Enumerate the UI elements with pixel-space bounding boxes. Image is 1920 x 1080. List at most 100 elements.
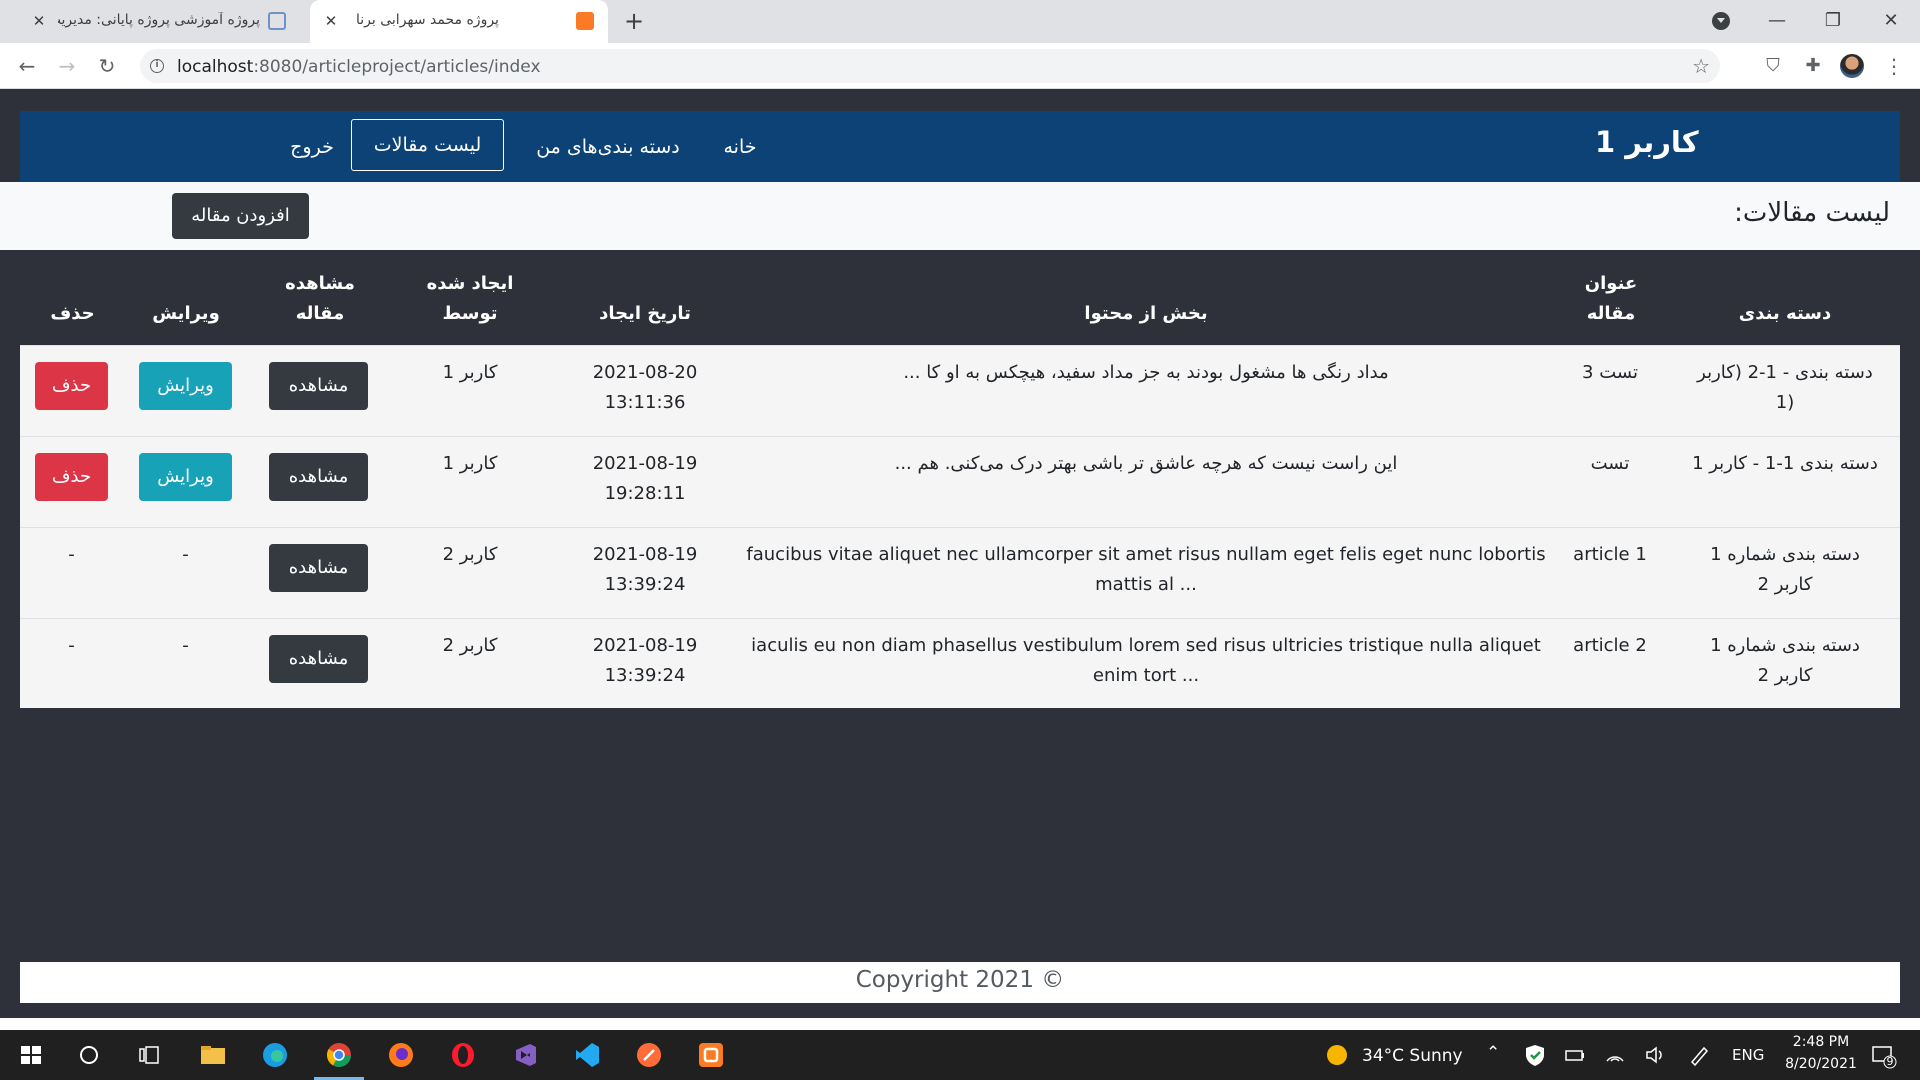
opera-icon[interactable] bbox=[448, 1040, 478, 1070]
browser-tab-title: پروژه آموزشی پروژه پایانی: مدیریت .. bbox=[58, 12, 260, 28]
nav-articles-list[interactable]: لیست مقالات bbox=[351, 119, 504, 171]
close-tab-icon[interactable]: ✕ bbox=[322, 12, 340, 30]
cell-created-at: 2021-08-19 13:39:24 bbox=[570, 631, 720, 691]
delete-article-button[interactable]: حذف bbox=[35, 453, 108, 501]
cell-excerpt-line1: iaculis eu non diam phasellus vestibulum… bbox=[751, 635, 1541, 656]
firefox-icon[interactable] bbox=[386, 1040, 416, 1070]
cell-time: 19:28:11 bbox=[604, 483, 686, 504]
weather-sun-icon[interactable] bbox=[1322, 1040, 1352, 1070]
cell-excerpt-line1: faucibus vitae aliquet nec ullamcorper s… bbox=[746, 544, 1546, 565]
xampp-icon[interactable] bbox=[696, 1040, 726, 1070]
tray-overflow-chevron-icon[interactable]: ⌃ bbox=[1486, 1043, 1500, 1063]
cell-excerpt-line2: enim tort ... bbox=[1092, 665, 1200, 686]
view-article-button[interactable]: مشاهده bbox=[269, 362, 368, 410]
add-article-button[interactable]: افزودن مقاله bbox=[172, 193, 309, 239]
browser-tab-strip: پروژه آموزشی پروژه پایانی: مدیریت .. ✕ پ… bbox=[0, 0, 1920, 43]
cell-delete-empty: - bbox=[68, 544, 75, 565]
cell-category: دسته بندی شماره 1 کاربر 2 bbox=[1675, 631, 1895, 691]
extensions-puzzle-icon[interactable]: ✚ bbox=[1802, 55, 1824, 77]
windows-taskbar: 34°C Sunny ⌃ ENG 2:48 PM 8/20/2021 9 bbox=[0, 1030, 1920, 1080]
site-info-icon[interactable]: i bbox=[150, 59, 164, 73]
edit-article-button[interactable]: ویرایش bbox=[139, 362, 232, 410]
battery-icon[interactable] bbox=[1560, 1040, 1590, 1070]
windows-start-icon[interactable] bbox=[16, 1040, 46, 1070]
nav-logout[interactable]: خروج bbox=[284, 131, 340, 163]
forward-arrow-icon[interactable]: → bbox=[52, 51, 82, 81]
navbar-brand[interactable]: کاربر 1 bbox=[1595, 125, 1699, 159]
search-icon[interactable] bbox=[74, 1040, 104, 1070]
reload-icon[interactable]: ↻ bbox=[92, 51, 122, 81]
bookmark-star-icon[interactable]: ☆ bbox=[1692, 54, 1710, 78]
header-view: مشاهده مقاله bbox=[270, 250, 370, 345]
browser-menu-icon[interactable]: ⋮ bbox=[1884, 55, 1904, 77]
volume-icon[interactable] bbox=[1640, 1040, 1670, 1070]
address-bar[interactable]: i localhost:8080/articleproject/articles… bbox=[140, 49, 1720, 83]
pen-icon[interactable] bbox=[1684, 1040, 1714, 1070]
cell-date: 2021-08-19 bbox=[592, 544, 698, 565]
wifi-icon[interactable] bbox=[1600, 1040, 1630, 1070]
nav-my-categories[interactable]: دسته بندی‌های من bbox=[522, 131, 694, 163]
clock-time[interactable]: 2:48 PM bbox=[1776, 1034, 1866, 1050]
browser-tab-title: پروژه محمد سهرابی برنا bbox=[356, 12, 499, 28]
cell-title: article 2 bbox=[1573, 635, 1647, 656]
chrome-browser-icon[interactable] bbox=[324, 1040, 354, 1070]
edge-browser-icon[interactable] bbox=[260, 1040, 290, 1070]
close-tab-icon[interactable]: ✕ bbox=[30, 12, 48, 30]
delete-article-button[interactable]: حذف bbox=[35, 362, 108, 410]
nav-home[interactable]: خانه bbox=[706, 131, 774, 163]
postman-icon[interactable] bbox=[634, 1040, 664, 1070]
cell-excerpt-line2: mattis al ... bbox=[1095, 574, 1197, 595]
maximize-icon[interactable]: ❐ bbox=[1818, 6, 1848, 36]
cell-author: کاربر 1 bbox=[442, 453, 498, 474]
site-navbar: کاربر 1 خانه دسته بندی‌های من لیست مقالا… bbox=[20, 111, 1900, 182]
back-arrow-icon[interactable]: ← bbox=[12, 51, 42, 81]
cell-excerpt: faucibus vitae aliquet nec ullamcorper s… bbox=[740, 540, 1552, 600]
new-tab-plus-icon[interactable]: + bbox=[620, 7, 648, 35]
header-title-line1: عنوان bbox=[1584, 273, 1638, 294]
header-excerpt: بخش از محتوا bbox=[1084, 303, 1208, 324]
file-explorer-icon[interactable] bbox=[198, 1040, 228, 1070]
cell-category: دسته بندی - 1-2 (کاربر (1 bbox=[1675, 358, 1895, 418]
minimize-icon[interactable]: — bbox=[1762, 6, 1792, 36]
page-title: لیست مقالات: bbox=[1734, 198, 1890, 228]
cell-author: کاربر 2 bbox=[442, 635, 498, 656]
close-window-icon[interactable]: ✕ bbox=[1876, 6, 1906, 36]
view-article-button[interactable]: مشاهده bbox=[269, 544, 368, 592]
cell-category: دسته بندی شماره 1 کاربر 2 bbox=[1675, 540, 1895, 600]
browser-tab-1[interactable]: پروژه آموزشی پروژه پایانی: مدیریت .. ✕ bbox=[18, 0, 300, 43]
view-article-button[interactable]: مشاهده bbox=[269, 453, 368, 501]
cell-excerpt: این راست نیست که هرچه عاشق تر باشی بهتر … bbox=[740, 449, 1552, 479]
profile-avatar[interactable] bbox=[1840, 54, 1864, 78]
site-footer: Copyright 2021 © bbox=[20, 962, 1900, 1003]
shield-extension-icon[interactable]: ⛉ bbox=[1762, 55, 1784, 77]
cell-created-at: 2021-08-19 13:39:24 bbox=[570, 540, 720, 600]
cell-title: تست 3 bbox=[1582, 362, 1638, 383]
weather-text[interactable]: 34°C Sunny bbox=[1362, 1046, 1463, 1066]
cell-created-at: 2021-08-20 13:11:36 bbox=[570, 358, 720, 418]
header-created-by: ایجاد شده توسط bbox=[415, 250, 525, 345]
header-view-line1: مشاهده bbox=[285, 273, 355, 294]
task-view-icon[interactable] bbox=[134, 1040, 164, 1070]
url-text[interactable]: localhost:8080/articleproject/articles/i… bbox=[177, 57, 541, 77]
cell-category-line1: دسته بندی - 1-2 (کاربر bbox=[1697, 362, 1873, 383]
browser-tab-2[interactable]: پروژه محمد سهرابی برنا ✕ bbox=[310, 0, 608, 43]
input-language[interactable]: ENG bbox=[1732, 1046, 1764, 1064]
cell-created-at: 2021-08-19 19:28:11 bbox=[570, 449, 720, 509]
table-header: دسته بندی عنوان مقاله بخش از محتوا تاریخ … bbox=[0, 250, 1920, 345]
cell-excerpt: مداد رنگی ها مشغول بودند به جز مداد سفید… bbox=[740, 358, 1552, 388]
table-row: دسته بندی شماره 1 کاربر 2 article 1 fauci… bbox=[20, 527, 1900, 618]
view-article-button[interactable]: مشاهده bbox=[269, 635, 368, 683]
xampp-favicon-icon bbox=[576, 12, 594, 30]
cell-time: 13:11:36 bbox=[604, 392, 686, 413]
vscode-icon[interactable] bbox=[572, 1040, 602, 1070]
header-category: دسته بندی bbox=[1738, 303, 1832, 324]
visual-studio-icon[interactable] bbox=[510, 1040, 540, 1070]
cell-excerpt: iaculis eu non diam phasellus vestibulum… bbox=[740, 631, 1552, 691]
url-host: localhost bbox=[177, 57, 254, 77]
tab-search-icon[interactable] bbox=[1712, 12, 1730, 30]
cell-category-line2: (1 bbox=[1775, 392, 1795, 413]
security-shield-icon[interactable] bbox=[1520, 1040, 1550, 1070]
header-edit: ویرایش bbox=[152, 303, 220, 324]
clock-date[interactable]: 8/20/2021 bbox=[1776, 1056, 1866, 1072]
edit-article-button[interactable]: ویرایش bbox=[139, 453, 232, 501]
